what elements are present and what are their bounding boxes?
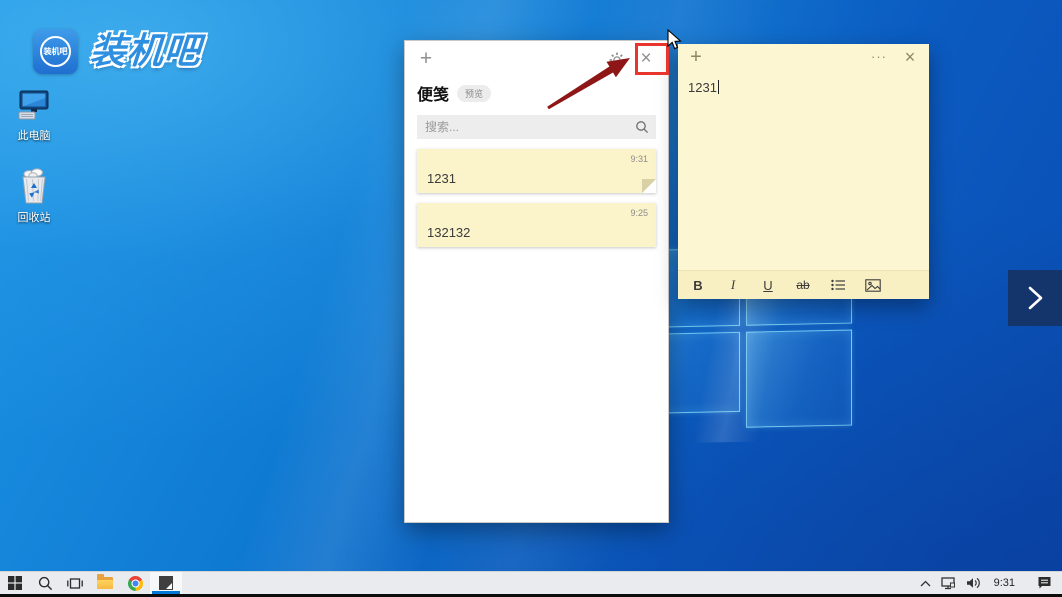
speaker-icon	[966, 577, 981, 589]
bold-button[interactable]: B	[686, 274, 710, 296]
search-icon	[38, 576, 53, 591]
strikethrough-button[interactable]: ab	[791, 274, 815, 296]
desktop-icon-label: 回收站	[2, 209, 66, 225]
desktop-icon-this-pc[interactable]: 此电脑	[2, 86, 66, 143]
close-list-button[interactable]: ×	[634, 47, 658, 71]
preview-badge: 预览	[457, 85, 491, 102]
sticky-note-window: + ··· × 1231 B I U ab	[678, 44, 929, 299]
next-button[interactable]	[1008, 270, 1062, 326]
note-text: 1231	[688, 80, 717, 95]
brand-badge-text: 装机吧	[44, 46, 68, 57]
search-box[interactable]	[417, 115, 656, 139]
taskbar: 9:31	[0, 571, 1062, 594]
start-button[interactable]	[0, 572, 30, 594]
network-icon	[941, 577, 956, 590]
desktop-icon-label: 此电脑	[2, 127, 66, 143]
note-card-text: 132132	[427, 225, 470, 240]
volume-tray-button[interactable]	[961, 572, 986, 594]
file-explorer-button[interactable]	[90, 572, 120, 594]
show-hidden-icons-button[interactable]	[915, 572, 936, 594]
italic-button[interactable]: I	[721, 274, 745, 296]
chevron-up-icon	[920, 580, 931, 587]
notes-list-title: 便笺	[417, 81, 449, 105]
notes-list-titlebar: + ×	[405, 41, 668, 79]
new-note-button[interactable]: +	[685, 47, 707, 69]
add-note-button[interactable]: +	[415, 49, 437, 71]
action-center-icon	[1037, 576, 1052, 590]
search-icon	[635, 120, 649, 139]
search-input[interactable]	[417, 115, 656, 139]
chrome-icon	[128, 576, 143, 591]
desktop-icon-recycle-bin[interactable]: 回收站	[2, 166, 66, 225]
underline-button[interactable]: U	[756, 274, 780, 296]
task-view-button[interactable]	[60, 572, 90, 594]
network-tray-button[interactable]	[936, 572, 961, 594]
note-card[interactable]: 9:31 1231	[417, 149, 656, 193]
this-pc-icon	[2, 86, 66, 124]
sticky-notes-icon	[159, 576, 173, 590]
chrome-button[interactable]	[120, 572, 150, 594]
settings-gear-icon[interactable]	[608, 51, 626, 69]
image-icon	[865, 279, 881, 292]
note-card-time: 9:25	[630, 208, 648, 218]
sticky-notes-list-window: + × 便笺 预览	[404, 40, 669, 523]
taskbar-search-button[interactable]	[30, 572, 60, 594]
text-caret	[718, 80, 719, 94]
sticky-notes-taskbar-button[interactable]	[150, 572, 182, 594]
brand-watermark: 装机吧 装机吧	[33, 29, 201, 74]
desktop: 装机吧 装机吧 此电脑	[0, 0, 1062, 597]
bullet-list-button[interactable]	[826, 274, 850, 296]
file-explorer-icon	[97, 577, 113, 589]
sticky-note-titlebar[interactable]: + ··· ×	[678, 44, 929, 72]
close-note-button[interactable]: ×	[899, 46, 921, 68]
note-card[interactable]: 9:25 132132	[417, 203, 656, 247]
brand-logo-icon: 装机吧	[33, 29, 78, 74]
insert-image-button[interactable]	[861, 274, 885, 296]
note-card-text: 1231	[427, 171, 456, 186]
note-card-time: 9:31	[630, 154, 648, 164]
chevron-right-icon	[1025, 285, 1045, 311]
taskbar-clock[interactable]: 9:31	[986, 577, 1023, 589]
recycle-bin-icon	[2, 166, 66, 206]
more-options-icon[interactable]: ···	[867, 45, 891, 69]
brand-wordmark: 装机吧	[88, 29, 202, 73]
windows-logo-pane	[746, 330, 852, 428]
note-editor[interactable]: 1231	[678, 72, 929, 270]
action-center-button[interactable]	[1023, 572, 1062, 594]
bullet-list-icon	[831, 279, 846, 291]
open-note-fold-icon	[642, 179, 656, 193]
windows-start-icon	[8, 576, 22, 590]
task-view-icon	[67, 577, 83, 590]
note-format-toolbar: B I U ab	[678, 270, 929, 299]
